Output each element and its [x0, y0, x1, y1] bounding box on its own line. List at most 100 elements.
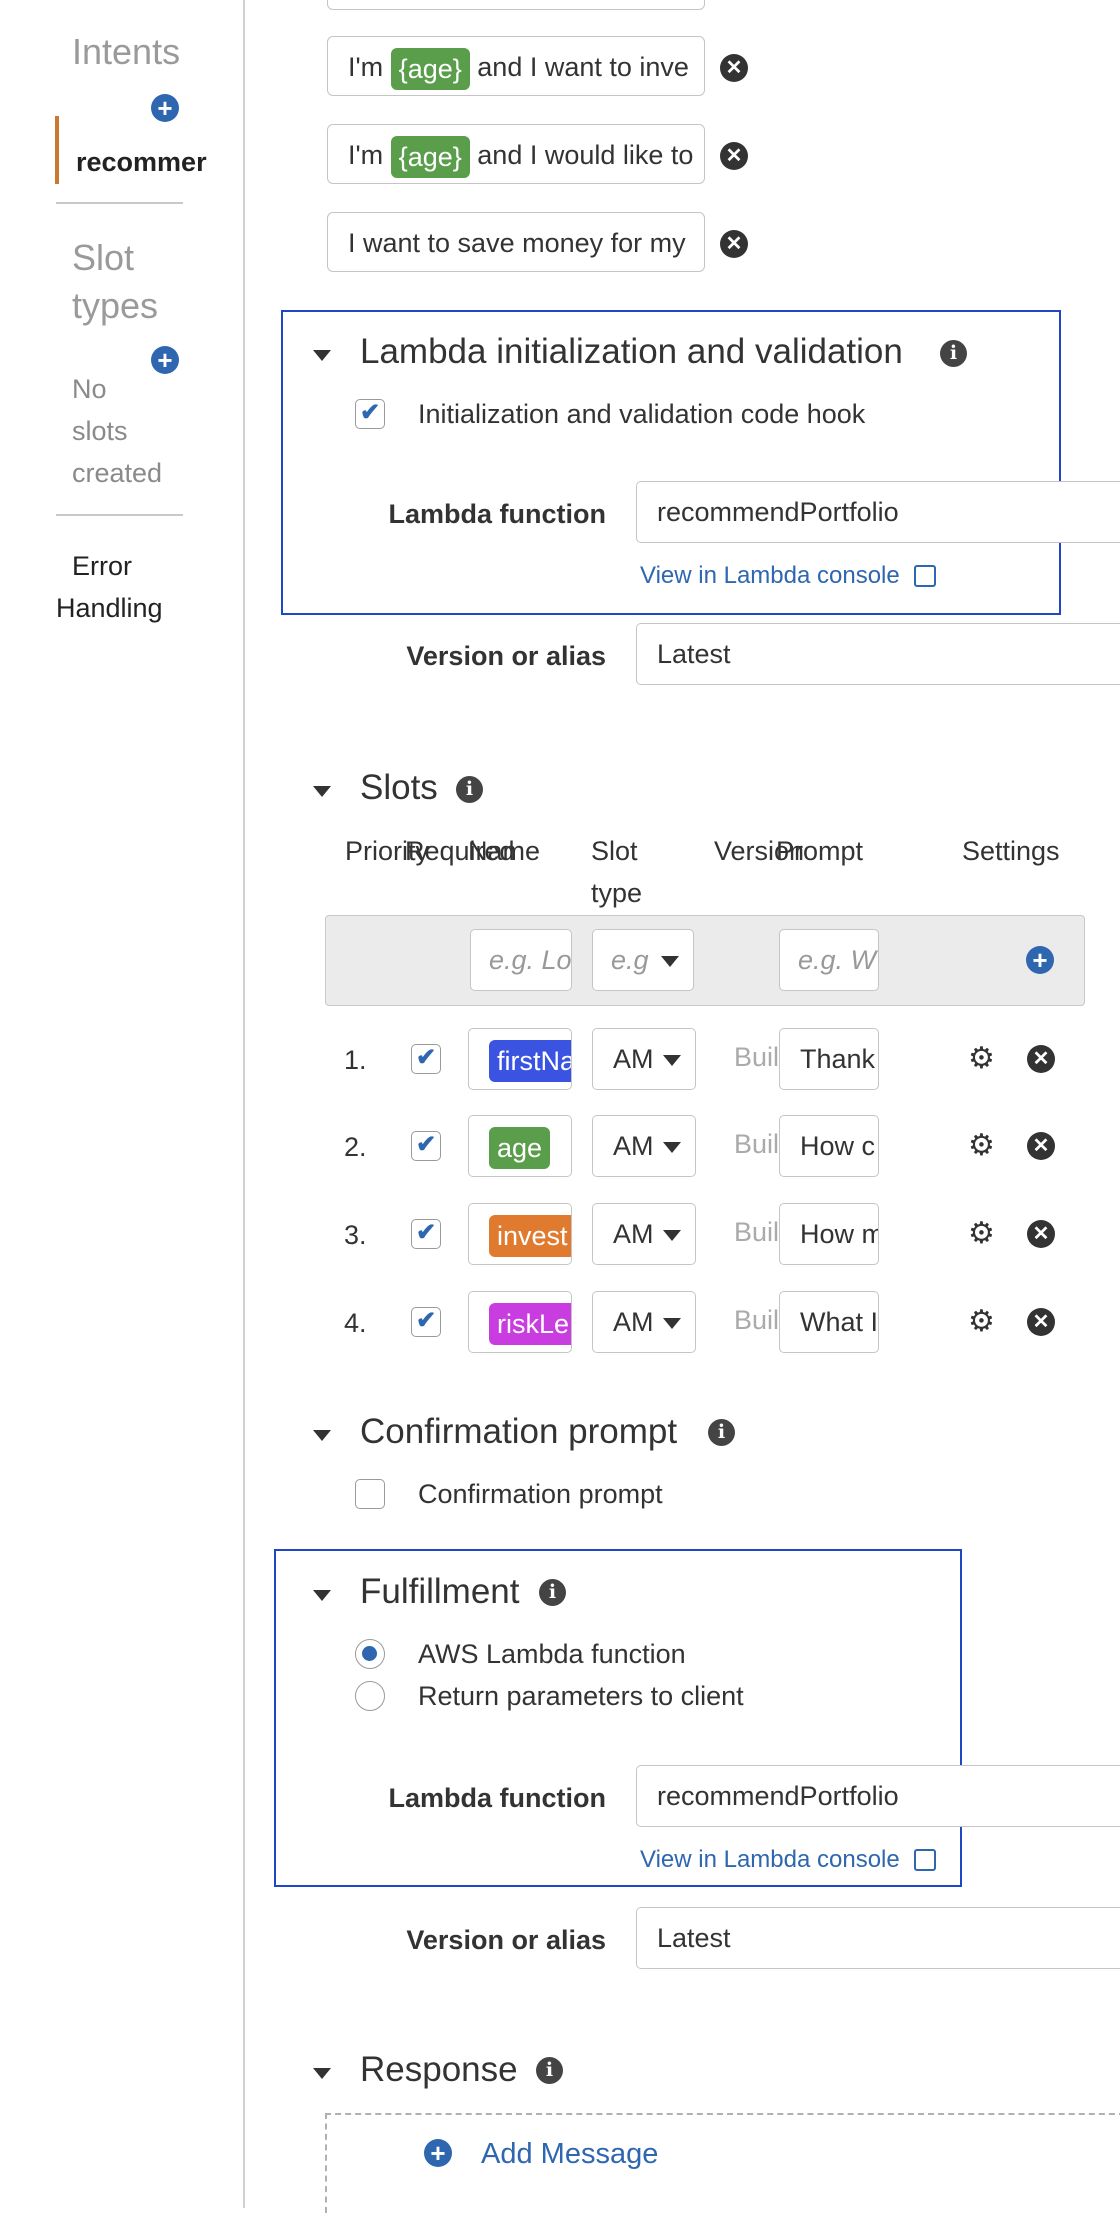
slot-required-checkbox[interactable]: ✔ — [411, 1219, 441, 1249]
slot-priority: 2. — [344, 1132, 367, 1162]
remove-slot-icon[interactable]: ✕ — [1027, 1220, 1055, 1248]
slot-name-cell[interactable]: age — [468, 1115, 572, 1177]
slot-name-tag: firstNa — [489, 1039, 571, 1082]
remove-slot-icon[interactable]: ✕ — [1027, 1132, 1055, 1160]
col-settings: Settings — [962, 836, 1060, 866]
confirmation-checkbox[interactable] — [355, 1479, 385, 1509]
lambda-function-label: Lambda function — [388, 499, 607, 529]
no-slots-text-2: slots — [72, 416, 128, 446]
add-slot-type-icon[interactable]: + — [151, 346, 179, 374]
slot-prompt-input[interactable]: How m — [779, 1203, 879, 1265]
info-icon[interactable]: i — [539, 1579, 566, 1606]
slot-priority: 1. — [344, 1045, 367, 1075]
gear-icon[interactable]: ⚙ — [968, 1131, 995, 1161]
section-title-fulfillment: Fulfillment — [360, 1572, 520, 1611]
utterance-input[interactable]: I'm {age} and I would like to — [327, 124, 705, 184]
slot-type-select[interactable]: AM — [592, 1203, 696, 1265]
collapse-caret-icon[interactable] — [313, 2068, 331, 2079]
info-icon[interactable]: i — [940, 340, 967, 367]
slot-tag-age: {age} — [390, 47, 470, 90]
slot-version: Buil — [734, 1217, 780, 1247]
remove-utterance-icon[interactable]: ✕ — [720, 142, 748, 170]
slot-type-value: AM — [613, 1131, 654, 1161]
slot-prompt-input[interactable]: What I — [779, 1291, 879, 1353]
divider — [56, 514, 183, 516]
utterance-text: and I would like to — [477, 140, 694, 170]
lambda-function-select[interactable]: recommendPortfolio — [636, 481, 1120, 543]
col-name: Name — [468, 836, 541, 866]
add-message-icon[interactable]: + — [424, 2139, 452, 2167]
new-slot-type-select[interactable]: e.g — [592, 929, 694, 991]
gear-icon[interactable]: ⚙ — [968, 1219, 995, 1249]
utterance-input-partial[interactable] — [327, 0, 705, 10]
section-title-slots: Slots — [360, 768, 438, 807]
init-hook-checkbox[interactable]: ✔ — [355, 399, 385, 429]
external-link-icon — [914, 1849, 936, 1871]
slot-name-cell[interactable]: firstNa — [468, 1028, 572, 1090]
slot-name-tag: invest — [489, 1214, 571, 1257]
slot-version: Buil — [734, 1129, 780, 1159]
collapse-caret-icon[interactable] — [313, 1430, 331, 1441]
utterance-input[interactable]: I want to save money for my — [327, 212, 705, 272]
slot-required-checkbox[interactable]: ✔ — [411, 1307, 441, 1337]
external-link-icon — [914, 565, 936, 587]
section-title-lambda-init: Lambda initialization and validation — [360, 332, 903, 371]
slot-type-value: AM — [613, 1307, 654, 1337]
col-prompt: Prompt — [776, 836, 864, 866]
view-lambda-console-link[interactable]: View in Lambda console — [640, 1842, 900, 1878]
gear-icon[interactable]: ⚙ — [968, 1044, 995, 1074]
divider — [56, 202, 183, 204]
slot-type-select[interactable]: AM — [592, 1028, 696, 1090]
intents-heading: Intents — [72, 31, 181, 72]
utterance-text: I'm — [348, 52, 384, 82]
slot-version: Buil — [734, 1305, 780, 1335]
slot-prompt-input[interactable]: Thank — [779, 1028, 879, 1090]
collapse-caret-icon[interactable] — [313, 1590, 331, 1601]
info-icon[interactable]: i — [708, 1419, 735, 1446]
version-alias-select[interactable]: Latest — [636, 623, 1120, 685]
new-slot-name-input[interactable]: e.g. Lo — [470, 929, 572, 991]
new-slot-row — [325, 915, 1085, 1006]
info-icon[interactable]: i — [536, 2057, 563, 2084]
add-intent-icon[interactable]: + — [151, 94, 179, 122]
chevron-down-icon — [663, 1230, 681, 1241]
radio-return-parameters[interactable] — [355, 1681, 385, 1711]
radio-aws-lambda[interactable] — [355, 1639, 385, 1669]
fulfillment-version-select[interactable]: Latest — [636, 1907, 1120, 1969]
fulfillment-version-label: Version or alias — [406, 1925, 606, 1955]
col-slot-type: Slot — [591, 836, 638, 866]
chevron-down-icon — [661, 956, 679, 967]
view-lambda-console-link[interactable]: View in Lambda console — [640, 558, 900, 594]
slot-required-checkbox[interactable]: ✔ — [411, 1131, 441, 1161]
add-message-link[interactable]: Add Message — [481, 2134, 658, 2174]
add-slot-icon[interactable]: + — [1026, 946, 1054, 974]
slot-type-select[interactable]: AM — [592, 1115, 696, 1177]
sidebar-item-error-handling-2[interactable]: Handling — [56, 587, 163, 629]
collapse-caret-icon[interactable] — [313, 350, 331, 361]
gear-icon[interactable]: ⚙ — [968, 1307, 995, 1337]
remove-slot-icon[interactable]: ✕ — [1027, 1045, 1055, 1073]
fulfillment-lambda-select[interactable]: recommendPortfolio — [636, 1765, 1120, 1827]
slot-prompt-input[interactable]: How c — [779, 1115, 879, 1177]
sidebar-item-intent[interactable]: recommer — [76, 141, 207, 183]
remove-utterance-icon[interactable]: ✕ — [720, 54, 748, 82]
slot-name-cell[interactable]: invest — [468, 1203, 572, 1265]
remove-utterance-icon[interactable]: ✕ — [720, 230, 748, 258]
new-slot-prompt-input[interactable]: e.g. W — [779, 929, 879, 991]
section-title-response: Response — [360, 2050, 518, 2089]
slot-version: Buil — [734, 1042, 780, 1072]
slot-required-checkbox[interactable]: ✔ — [411, 1044, 441, 1074]
slot-priority: 3. — [344, 1220, 367, 1250]
slot-type-select[interactable]: AM — [592, 1291, 696, 1353]
utterance-text: I'm — [348, 140, 384, 170]
collapse-caret-icon[interactable] — [313, 786, 331, 797]
utterance-input[interactable]: I'm {age} and I want to inve — [327, 36, 705, 96]
remove-slot-icon[interactable]: ✕ — [1027, 1308, 1055, 1336]
info-icon[interactable]: i — [456, 776, 483, 803]
placeholder: e.g — [611, 945, 649, 975]
sidebar: Intents + recommer Slot types + No slots… — [0, 0, 245, 2208]
no-slots-text-1: No — [72, 374, 107, 404]
active-indicator — [55, 116, 59, 184]
slot-name-cell[interactable]: riskLe — [468, 1291, 572, 1353]
sidebar-item-error-handling[interactable]: Error — [72, 545, 132, 587]
